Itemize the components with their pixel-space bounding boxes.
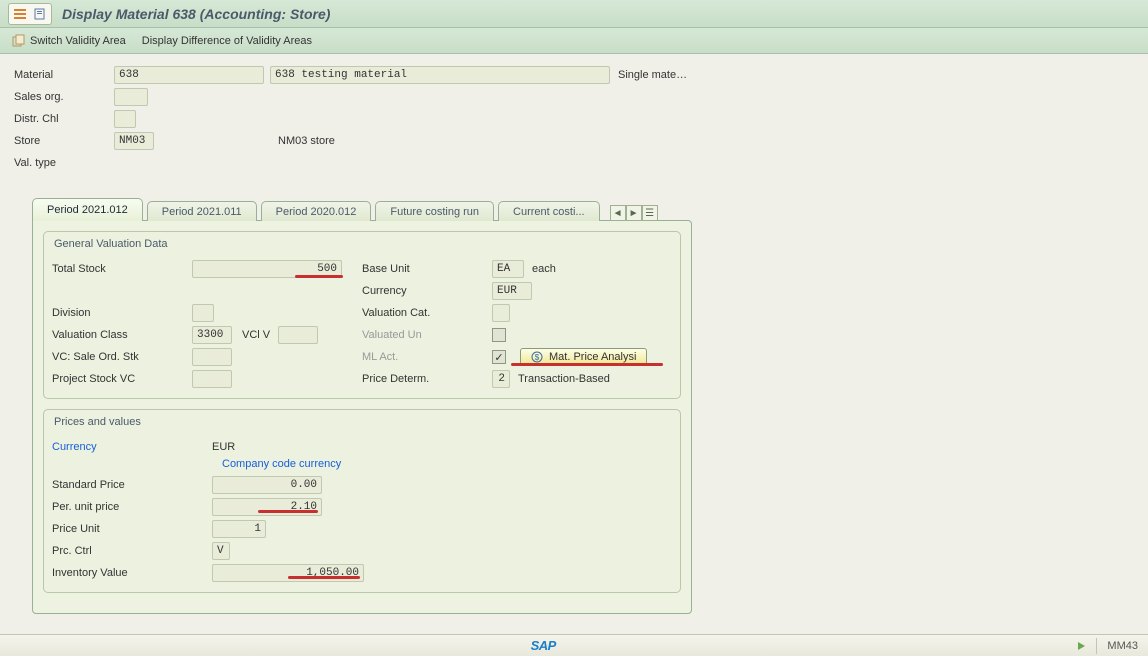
label-valtype: Val. type [14, 157, 114, 169]
label-total-stock: Total Stock [52, 263, 192, 275]
label-valuated-un: Valuated Un [362, 329, 492, 341]
label-currency: Currency [362, 285, 492, 297]
titlebar: Display Material 638 (Accounting: Store) [0, 0, 1148, 28]
label-vc-sale-ord: VC: Sale Ord. Stk [52, 351, 192, 363]
tabstrip: Period 2021.012 Period 2021.011 Period 2… [32, 198, 1134, 614]
text-store-desc: NM03 store [278, 135, 335, 147]
label-inv-value: Inventory Value [52, 567, 212, 579]
text-material-after: Single mate… [618, 69, 687, 81]
field-currency: EUR [492, 282, 532, 300]
text-base-unit: each [532, 263, 556, 275]
tab-period-2020-012[interactable]: Period 2020.012 [261, 201, 372, 221]
label-division: Division [52, 307, 192, 319]
group-general-valuation: General Valuation Data Total Stock 500 B… [43, 231, 681, 399]
checkbox-ml-act: ✓ [492, 350, 506, 364]
switch-validity-button[interactable]: Switch Validity Area [12, 34, 126, 48]
field-division [192, 304, 214, 322]
label-distrchl: Distr. Chl [14, 113, 114, 125]
tab-row: Period 2021.012 Period 2021.011 Period 2… [32, 198, 1134, 221]
label-price-determ: Price Determ. [362, 373, 492, 385]
text-currency2: EUR [212, 441, 235, 453]
field-store-code: NM03 [114, 132, 154, 150]
group-prices-values: Prices and values Currency EUR Company c… [43, 409, 681, 593]
tab-scroll-left-icon[interactable]: ◄ [610, 205, 626, 221]
label-material: Material [14, 69, 114, 81]
field-distrchl [114, 110, 136, 128]
label-vclv: VCl V [242, 329, 270, 341]
tab-period-2021-012[interactable]: Period 2021.012 [32, 198, 143, 221]
svg-text:$: $ [535, 353, 540, 362]
field-per-unit: 2.10 [212, 498, 322, 516]
col-title-company-currency[interactable]: Company code currency [222, 458, 672, 470]
label-valuation-class: Valuation Class [52, 329, 192, 341]
currency-icon: $ [531, 351, 543, 363]
document-icon[interactable] [31, 6, 49, 22]
mat-price-label: Mat. Price Analysi [549, 351, 636, 363]
field-valuation-cat [492, 304, 510, 322]
label-prc-ctrl: Prc. Ctrl [52, 545, 212, 557]
row-valtype: Val. type [14, 152, 1134, 174]
row-salesorg: Sales org. [14, 86, 1134, 108]
field-material-code: 638 [114, 66, 264, 84]
title-gvd: General Valuation Data [52, 238, 672, 250]
label-valuation-cat: Valuation Cat. [362, 307, 492, 319]
titlebar-icon-group [8, 3, 52, 25]
label-std-price: Standard Price [52, 479, 212, 491]
field-prc-ctrl: V [212, 542, 230, 560]
row-material: Material 638 638 testing material Single… [14, 64, 1134, 86]
tab-future-costing[interactable]: Future costing run [375, 201, 494, 221]
label-per-unit: Per. unit price [52, 501, 212, 513]
field-vclv [278, 326, 318, 344]
menu-icon[interactable] [11, 6, 29, 22]
checkbox-valuated-un [492, 328, 506, 342]
toolbar: Switch Validity Area Display Difference … [0, 28, 1148, 54]
label-store: Store [14, 135, 114, 147]
status-tcode: MM43 [1107, 640, 1138, 652]
title-prices: Prices and values [52, 416, 672, 428]
label-base-unit: Base Unit [362, 263, 492, 275]
play-icon[interactable] [1076, 641, 1086, 651]
display-diff-label: Display Difference of Validity Areas [142, 35, 312, 47]
label-salesorg: Sales org. [14, 91, 114, 103]
tab-nav: ◄ ► ☰ [610, 205, 658, 221]
sap-logo: SAP [531, 638, 556, 653]
tab-list-icon[interactable]: ☰ [642, 205, 658, 221]
field-project-stock [192, 370, 232, 388]
field-price-unit: 1 [212, 520, 266, 538]
label-currency2[interactable]: Currency [52, 441, 212, 453]
field-std-price: 0.00 [212, 476, 322, 494]
switch-icon [12, 34, 26, 48]
statusbar: SAP MM43 [0, 634, 1148, 656]
field-inv-value: 1,050.00 [212, 564, 364, 582]
label-price-unit: Price Unit [52, 523, 212, 535]
field-price-determ: 2 [492, 370, 510, 388]
tab-scroll-right-icon[interactable]: ► [626, 205, 642, 221]
page-title: Display Material 638 (Accounting: Store) [62, 6, 330, 22]
tab-period-2021-011[interactable]: Period 2021.011 [147, 201, 257, 221]
field-vc-sale-ord [192, 348, 232, 366]
row-store: Store NM03 NM03 store [14, 130, 1134, 152]
field-valuation-class: 3300 [192, 326, 232, 344]
field-base-unit: EA [492, 260, 524, 278]
switch-validity-label: Switch Validity Area [30, 35, 126, 47]
text-price-determ: Transaction-Based [518, 373, 610, 385]
field-salesorg [114, 88, 148, 106]
label-project-stock: Project Stock VC [52, 373, 192, 385]
display-diff-button[interactable]: Display Difference of Validity Areas [142, 35, 312, 47]
tab-body: General Valuation Data Total Stock 500 B… [32, 220, 692, 614]
row-distrchl: Distr. Chl [14, 108, 1134, 130]
label-ml-act: ML Act. [362, 351, 492, 363]
tab-current-costing[interactable]: Current costi... [498, 201, 600, 221]
content-area: Material 638 638 testing material Single… [0, 54, 1148, 624]
field-material-desc: 638 testing material [270, 66, 610, 84]
